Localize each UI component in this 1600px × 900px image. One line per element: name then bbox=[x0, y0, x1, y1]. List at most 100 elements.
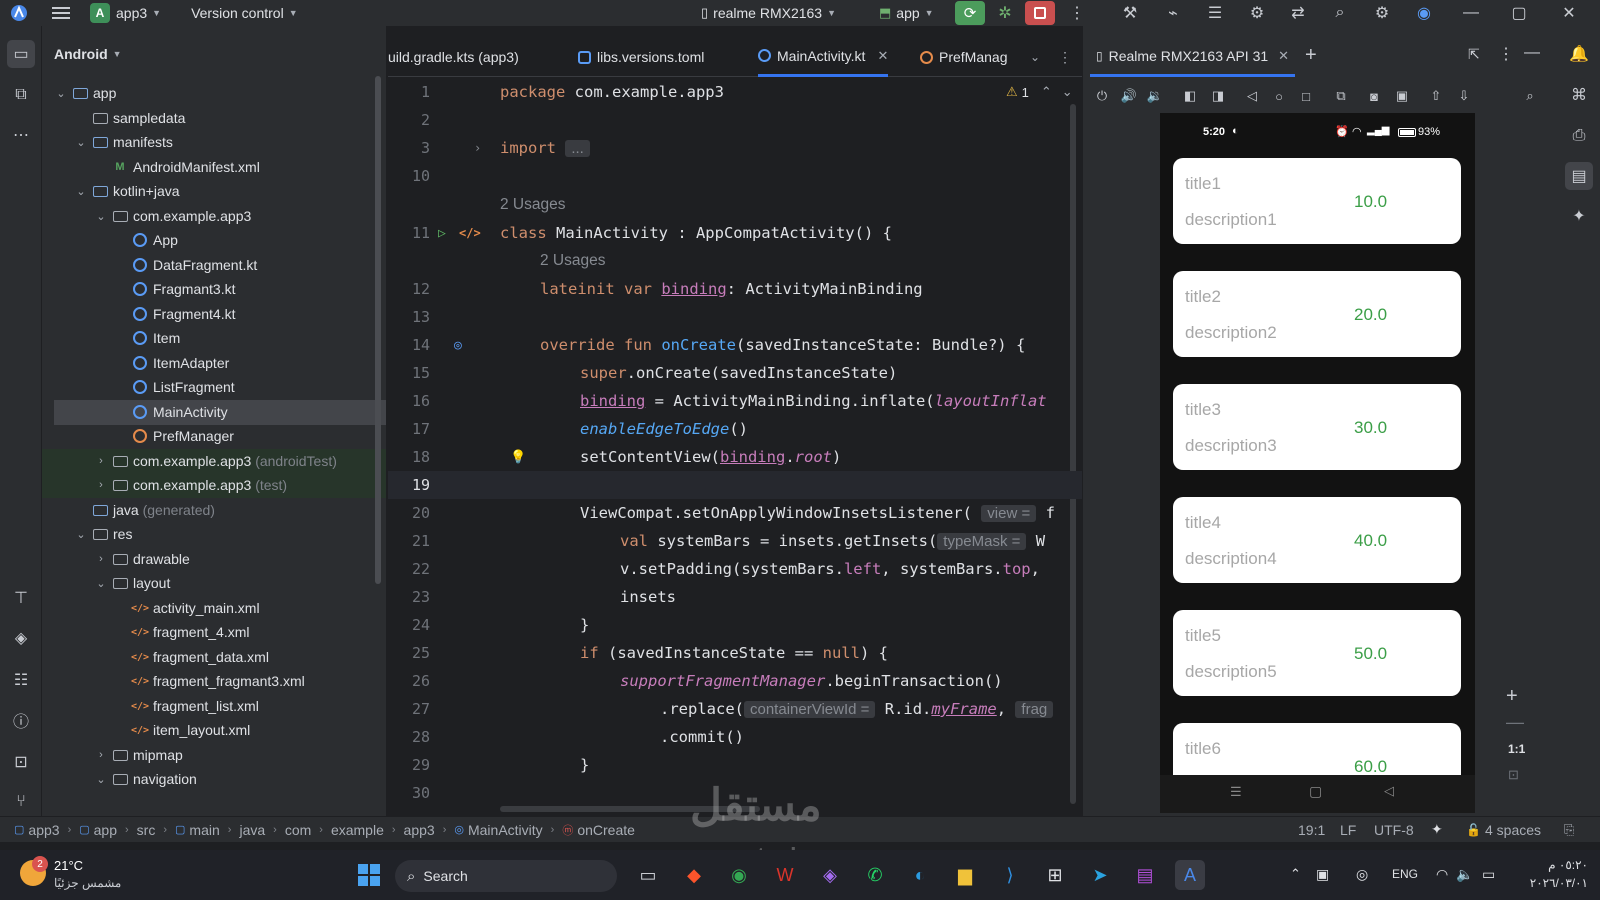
tree-item-fragment-4-xml[interactable]: </> fragment_4.xml bbox=[42, 620, 386, 645]
tree-item-item[interactable]: Item bbox=[42, 326, 386, 351]
tree-item-fragment-list-xml[interactable]: </> fragment_list.xml bbox=[42, 694, 386, 719]
code-line[interactable]: 24} bbox=[388, 611, 1082, 639]
tab-prefmanager[interactable]: PrefManag bbox=[920, 37, 1007, 77]
taskbar-search[interactable]: ⌕ Search bbox=[395, 860, 617, 892]
power-icon[interactable]: ⏻ bbox=[1091, 85, 1113, 107]
list-item-card[interactable]: title6 60.0 bbox=[1173, 723, 1461, 776]
close-tab-icon[interactable]: ✕ bbox=[877, 48, 888, 64]
breadcrumb-item[interactable]: java bbox=[239, 822, 265, 838]
tree-item-res[interactable]: ⌄ res bbox=[42, 522, 386, 547]
zoom-actual-size[interactable]: 1:1 bbox=[1508, 742, 1525, 756]
project-scrollbar[interactable] bbox=[375, 76, 381, 584]
problems-icon[interactable]: ⓘ bbox=[7, 706, 35, 734]
build-variants-icon[interactable]: ⊤ bbox=[7, 584, 35, 612]
volume-icon[interactable]: 🔈 bbox=[1456, 866, 1473, 883]
code-line[interactable]: 23 insets bbox=[388, 583, 1082, 611]
home-icon[interactable]: ○ bbox=[1268, 85, 1290, 107]
account-icon[interactable]: ◉ bbox=[1409, 0, 1439, 26]
device-settings-icon[interactable]: ⌕ bbox=[1519, 85, 1541, 107]
screenshot-icon[interactable]: ◙ bbox=[1363, 85, 1385, 107]
tree-item-item-layout-xml[interactable]: </> item_layout.xml bbox=[42, 718, 386, 743]
breadcrumb-item[interactable]: MainActivity bbox=[468, 822, 543, 838]
tree-item-activity-main-xml[interactable]: </> activity_main.xml bbox=[42, 596, 386, 621]
vcs-menu[interactable]: Version control ▼ bbox=[185, 0, 304, 26]
gemini-icon[interactable]: ✦ bbox=[1565, 202, 1593, 230]
device-selector[interactable]: ▯ realme RMX2163 ▼ bbox=[695, 0, 842, 26]
android-studio-taskbar-icon[interactable]: A bbox=[1175, 860, 1205, 890]
more-icon[interactable]: ⋮ bbox=[1062, 0, 1092, 26]
tree-item-androidtest[interactable]: › com.example.app3 (androidTest) bbox=[42, 449, 386, 474]
code-vision-hint[interactable]: 2 Usages bbox=[388, 247, 1082, 275]
task-view-icon[interactable]: ▭ bbox=[633, 860, 663, 890]
debug-icon[interactable]: ✲ bbox=[990, 0, 1020, 26]
code-line[interactable]: 15 super.onCreate(savedInstanceState) bbox=[388, 359, 1082, 387]
tree-item-package[interactable]: ⌄ com.example.app3 bbox=[42, 204, 386, 229]
breadcrumb-item[interactable]: app3 bbox=[404, 822, 435, 838]
sync-icon[interactable]: ⇄ bbox=[1283, 0, 1313, 26]
tree-item-kotlin-java[interactable]: ⌄ kotlin+java bbox=[42, 179, 386, 204]
whatsapp-icon[interactable]: ✆ bbox=[860, 860, 890, 890]
code-vision-hint[interactable]: 2 Usages bbox=[388, 191, 1082, 219]
code-line[interactable]: 3 › import ... bbox=[388, 134, 1082, 162]
wps-office-icon[interactable]: W bbox=[770, 860, 800, 890]
clock-time[interactable]: ٠٥:٢٠ م bbox=[1536, 858, 1588, 872]
tab-more-icon[interactable]: ⋮ bbox=[1058, 37, 1072, 77]
download-icon[interactable]: ⇩ bbox=[1453, 85, 1475, 107]
zoom-out-icon[interactable]: — bbox=[1506, 712, 1524, 733]
recents-icon[interactable]: ☰ bbox=[1230, 784, 1242, 800]
more-icon[interactable]: ⋮ bbox=[1498, 44, 1514, 64]
code-line[interactable]: 25 if (savedInstanceState == null) { bbox=[388, 639, 1082, 667]
apply-changes-button[interactable]: ⟳ bbox=[955, 1, 985, 25]
fold-expand-icon[interactable]: › bbox=[474, 141, 481, 155]
stop-button[interactable] bbox=[1025, 1, 1055, 25]
tab-list-dropdown[interactable]: ⌄ bbox=[1030, 37, 1040, 77]
tree-item-drawable[interactable]: › drawable bbox=[42, 547, 386, 572]
code-line[interactable]: 16 binding = ActivityMainBinding.inflate(… bbox=[388, 387, 1082, 415]
zoom-fit-icon[interactable]: ⊡ bbox=[1508, 767, 1519, 783]
edge-icon[interactable]: ◐ bbox=[905, 860, 935, 890]
settings-icon[interactable]: ⚙ bbox=[1367, 0, 1397, 26]
breadcrumb-item[interactable]: onCreate bbox=[577, 822, 635, 838]
project-view-icon[interactable]: ▭ bbox=[7, 40, 35, 68]
tree-item-sampledata[interactable]: sampledata bbox=[42, 106, 386, 131]
tab-build-gradle[interactable]: uild.gradle.kts (app3) bbox=[388, 37, 519, 77]
tab-libs-versions[interactable]: libs.versions.toml bbox=[578, 37, 704, 77]
volume-up-icon[interactable]: 🔊 bbox=[1118, 85, 1140, 107]
tree-item-app-class[interactable]: App bbox=[42, 228, 386, 253]
close-icon[interactable]: ✕ bbox=[1554, 0, 1584, 26]
main-menu-icon[interactable] bbox=[38, 0, 84, 26]
gradle-icon[interactable]: ⌘ bbox=[1565, 81, 1593, 109]
tree-item-layout[interactable]: ⌄ layout bbox=[42, 571, 386, 596]
close-tab-icon[interactable]: ✕ bbox=[1278, 48, 1289, 64]
language-indicator[interactable]: ENG bbox=[1392, 867, 1418, 881]
tree-item-test[interactable]: › com.example.app3 (test) bbox=[42, 473, 386, 498]
back-icon[interactable]: ◁ bbox=[1384, 783, 1394, 799]
mirror-icon[interactable]: ⧉ bbox=[1330, 85, 1352, 107]
file-encoding[interactable]: UTF-8 bbox=[1374, 822, 1414, 838]
code-line[interactable]: 18 💡 setContentView(binding.root) bbox=[388, 443, 1082, 471]
usages-hint[interactable]: 2 Usages bbox=[540, 252, 605, 270]
run-config-selector[interactable]: ⬒ app ▼ bbox=[873, 0, 940, 26]
tree-item-java-generated[interactable]: java (generated) bbox=[42, 498, 386, 523]
code-line[interactable]: 29} bbox=[388, 751, 1082, 779]
microsoft-store-icon[interactable]: ⊞ bbox=[1040, 860, 1070, 890]
open-external-icon[interactable]: ⇱ bbox=[1468, 46, 1480, 63]
code-line[interactable]: 13 bbox=[388, 303, 1082, 331]
wifi-icon[interactable]: ◠ bbox=[1436, 866, 1448, 883]
tree-item-manifests[interactable]: ⌄ manifests bbox=[42, 130, 386, 155]
tree-item-fragment-fragmant3-xml[interactable]: </> fragment_fragmant3.xml bbox=[42, 669, 386, 694]
readonly-toggle-icon[interactable]: ⎘ bbox=[1564, 822, 1574, 838]
lightbulb-icon[interactable]: 💡 bbox=[510, 450, 526, 465]
media-app-icon[interactable]: ▤ bbox=[1130, 860, 1160, 890]
override-gutter-icon[interactable]: ◎ bbox=[454, 338, 462, 353]
breadcrumb-item[interactable]: example bbox=[331, 822, 384, 838]
zoom-in-icon[interactable]: + bbox=[1506, 685, 1518, 708]
code-line[interactable]: 11 ▷ </> class MainActivity : AppCompatActi… bbox=[388, 219, 1082, 247]
breadcrumb-item[interactable]: main bbox=[189, 822, 219, 838]
breadcrumb-item[interactable]: app bbox=[94, 822, 117, 838]
battery-icon[interactable]: ▭ bbox=[1482, 866, 1495, 883]
export-icon[interactable]: ⇧ bbox=[1425, 85, 1447, 107]
tree-item-app[interactable]: ⌄ app bbox=[42, 81, 386, 106]
tray-app-icon[interactable]: ▣ bbox=[1316, 866, 1329, 883]
layout-gutter-icon[interactable]: </> bbox=[459, 226, 481, 240]
